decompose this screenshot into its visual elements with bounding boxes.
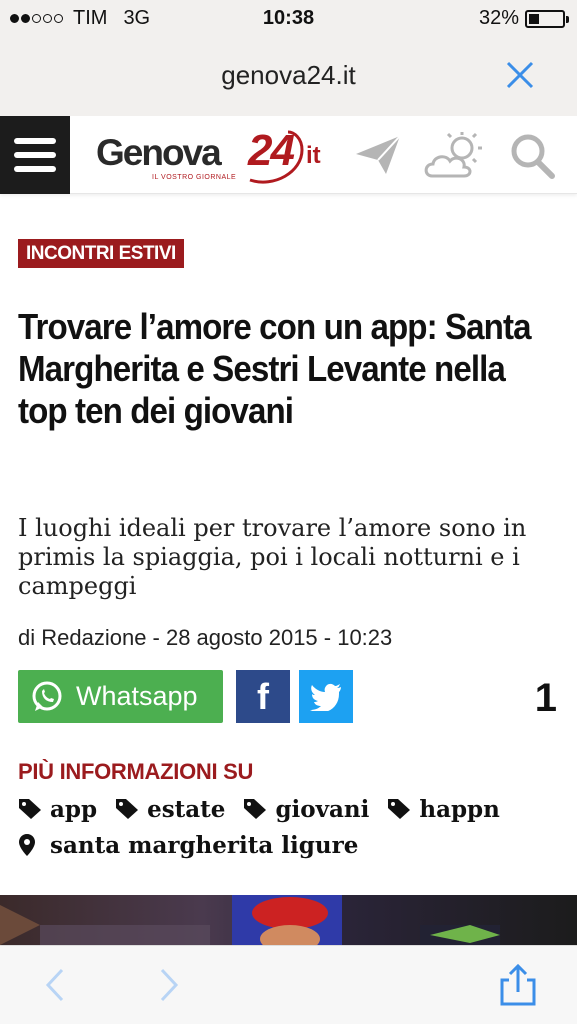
- article-byline: di Redazione - 28 agosto 2015 - 10:23: [18, 625, 393, 650]
- more-info-title: PIÙ INFORMAZIONI SU: [18, 759, 254, 784]
- facebook-share-button[interactable]: f: [236, 670, 290, 723]
- logo-name: Genova: [96, 132, 222, 173]
- site-logo[interactable]: Genova 24 it IL VOSTRO GIORNALE: [96, 126, 336, 188]
- tag-link-estate[interactable]: estate: [115, 794, 225, 824]
- share-icon[interactable]: [498, 964, 538, 1006]
- tag-link-giovani[interactable]: giovani: [243, 794, 369, 824]
- close-icon[interactable]: [503, 58, 537, 92]
- whatsapp-label: Whatsapp: [76, 681, 198, 711]
- comment-count[interactable]: 1: [535, 676, 557, 721]
- twitter-share-button[interactable]: [299, 670, 353, 723]
- whatsapp-share-button[interactable]: Whatsapp: [18, 670, 223, 723]
- tag-link-happn[interactable]: happn: [387, 794, 500, 824]
- tag-icon: [244, 799, 267, 819]
- url-text[interactable]: genova24.it: [0, 60, 577, 91]
- menu-button[interactable]: [0, 116, 70, 194]
- location-pin-icon: [19, 834, 35, 856]
- menu-icon: [14, 138, 56, 144]
- tag-icon: [388, 799, 411, 819]
- address-bar[interactable]: genova24.it: [0, 52, 577, 98]
- search-icon[interactable]: [506, 130, 560, 180]
- logo-tld: it: [306, 142, 321, 169]
- weather-icon[interactable]: [422, 130, 488, 180]
- tag-label: happn: [419, 795, 500, 823]
- tag-label: app: [50, 795, 98, 823]
- tag-link-app[interactable]: app: [18, 794, 97, 824]
- whatsapp-icon: [32, 681, 62, 711]
- browser-chrome: TIM 3G 10:38 32% genova24.it: [0, 0, 577, 116]
- article-headline: Trovare l’amore con un app: Santa Marghe…: [18, 306, 532, 431]
- facebook-icon: f: [257, 675, 269, 717]
- logo-tagline: IL VOSTRO GIORNALE: [152, 174, 237, 181]
- tag-label: estate: [147, 795, 226, 823]
- back-button[interactable]: [36, 964, 76, 1006]
- category-badge[interactable]: INCONTRI ESTIVI: [18, 239, 184, 268]
- twitter-icon: [310, 683, 341, 711]
- article-image-graphic: [0, 895, 577, 945]
- logo-swoosh: [249, 130, 304, 184]
- status-bar: TIM 3G 10:38 32%: [0, 0, 577, 38]
- tag-list: app estate giovani happn santa margherit…: [18, 794, 563, 866]
- send-icon[interactable]: [352, 130, 406, 180]
- battery-percent: 32%: [478, 7, 519, 29]
- article-subtitle: I luoghi ideali per trovare l’amore sono…: [18, 514, 527, 600]
- place-label: santa margherita ligure: [50, 831, 359, 859]
- forward-button[interactable]: [148, 964, 188, 1006]
- tag-icon: [19, 799, 41, 819]
- place-link[interactable]: santa margherita ligure: [18, 830, 358, 860]
- status-right: 32%: [478, 7, 569, 30]
- browser-toolbar: [0, 945, 577, 1024]
- battery-icon: [525, 9, 569, 28]
- tag-label: giovani: [275, 795, 370, 823]
- site-header: Genova 24 it IL VOSTRO GIORNALE: [0, 116, 577, 194]
- tag-icon: [116, 799, 139, 819]
- article-image[interactable]: [0, 895, 577, 945]
